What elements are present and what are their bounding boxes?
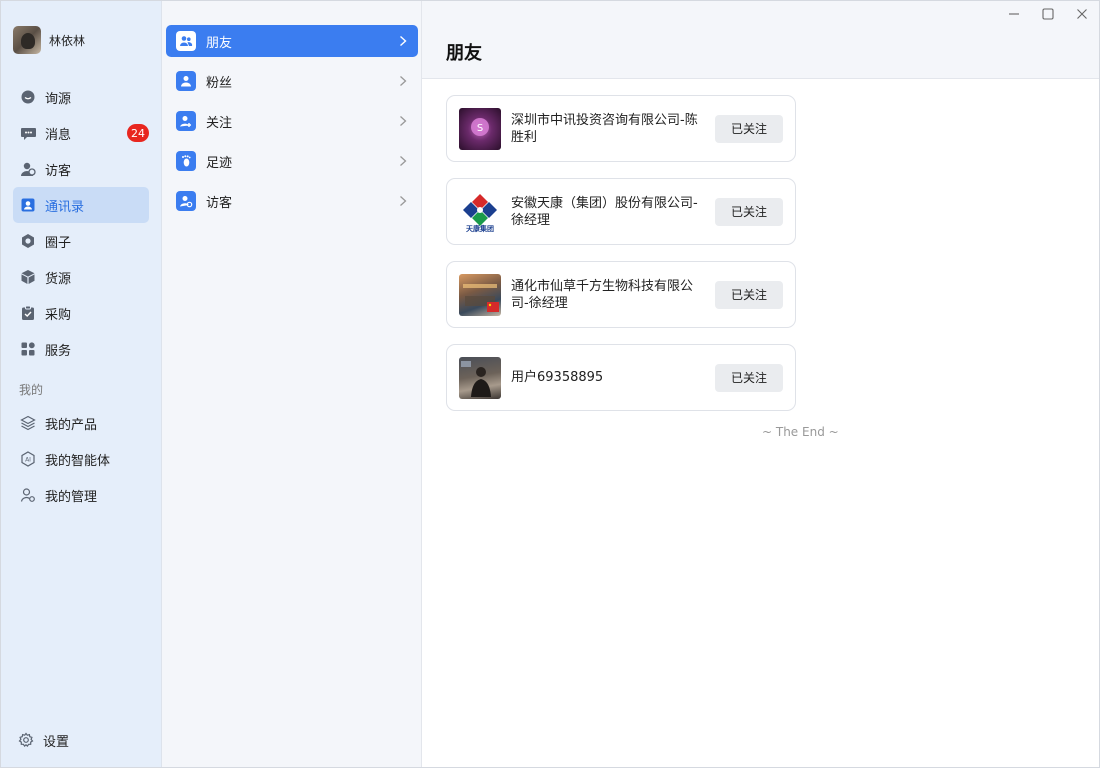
followed-button[interactable]: 已关注 (715, 197, 783, 226)
sub-item-following[interactable]: 关注 (166, 105, 418, 137)
friend-card[interactable]: 用户69358895 已关注 (446, 344, 796, 411)
nav-label: 访客 (45, 163, 72, 179)
nav-label: 我的产品 (45, 417, 98, 433)
circle-icon (19, 232, 37, 250)
user-avatar (459, 356, 501, 399)
visitor-icon (176, 191, 196, 211)
friend-name: 用户69358895 (511, 370, 604, 385)
nav-item-my-agent[interactable]: AI 我的智能体 (13, 441, 149, 477)
sub-item-friends[interactable]: 朋友 (166, 25, 418, 57)
profile-name: 林依林 (49, 33, 86, 48)
friend-card[interactable]: S 深圳市中讯投资咨询有限公司-陈胜利 已关注 (446, 95, 796, 162)
nav-item-circle[interactable]: 圈子 (13, 223, 149, 259)
sub-label: 足迹 (206, 155, 233, 171)
list-end-text: ~ The End ~ (762, 425, 839, 439)
following-icon (176, 111, 196, 131)
layers-icon (19, 414, 37, 432)
ai-icon: AI (19, 450, 37, 468)
followed-button[interactable]: 已关注 (715, 114, 783, 143)
nav-item-supply[interactable]: 货源 (13, 259, 149, 295)
chevron-right-icon (398, 115, 408, 127)
sub-item-visitors[interactable]: 访客 (166, 185, 418, 217)
friend-name: 深圳市中讯投资咨询有限公司-陈胜利 (511, 112, 698, 145)
main-header: 朋友 (422, 1, 1099, 79)
nav-label: 我的智能体 (45, 453, 111, 469)
fans-icon (176, 71, 196, 91)
nav-item-my-management[interactable]: 我的管理 (13, 477, 149, 513)
friend-name: 安徽天康（集团）股份有限公司-徐经理 (511, 195, 698, 228)
page-title: 朋友 (446, 43, 482, 64)
chat-bubble-icon (19, 88, 37, 106)
friend-card[interactable]: 通化市仙草千方生物科技有限公司-徐经理 已关注 (446, 261, 796, 328)
gear-icon (17, 731, 35, 749)
contacts-sublist: 朋友 粉丝 关注 足迹 访客 (162, 1, 422, 767)
nav-list: 询源 消息 24 访客 通讯录 圈子 货源 采购 服务 我的 我的产品 AI 我… (1, 79, 161, 513)
left-nav: 林依林 询源 消息 24 访客 通讯录 圈子 货源 采购 服务 我的 我的产品 … (1, 1, 162, 767)
settings-button[interactable]: 设置 (13, 727, 69, 753)
chevron-right-icon (398, 75, 408, 87)
friend-list: S 深圳市中讯投资咨询有限公司-陈胜利 已关注 天康集团 安徽天康（集团）股份有… (422, 79, 1099, 439)
nav-item-services[interactable]: 服务 (13, 331, 149, 367)
settings-label: 设置 (43, 734, 70, 750)
friends-icon (176, 31, 196, 51)
nav-item-purchase[interactable]: 采购 (13, 295, 149, 331)
nav-label: 采购 (45, 307, 72, 323)
app-window: 林依林 询源 消息 24 访客 通讯录 圈子 货源 采购 服务 我的 我的产品 … (0, 0, 1100, 768)
followed-button[interactable]: 已关注 (715, 363, 783, 392)
nav-section-mine: 我的 (19, 383, 44, 397)
nav-item-visitors[interactable]: 访客 (13, 151, 149, 187)
company-logo-text: 天康集团 (466, 224, 494, 233)
nav-item-my-products[interactable]: 我的产品 (13, 405, 149, 441)
company-avatar (459, 273, 501, 316)
purchase-icon (19, 304, 37, 322)
visitor-icon (19, 160, 37, 178)
maximize-icon (1042, 8, 1054, 20)
friend-name: 通化市仙草千方生物科技有限公司-徐经理 (511, 278, 694, 311)
user-gear-icon (19, 486, 37, 504)
nav-label: 我的管理 (45, 489, 98, 505)
nav-label: 服务 (45, 343, 72, 359)
sub-label: 朋友 (206, 35, 233, 51)
svg-text:AI: AI (25, 457, 31, 464)
avatar[interactable] (13, 26, 41, 54)
unread-badge: 24 (127, 124, 149, 142)
svg-text:S: S (477, 123, 483, 134)
maximize-button[interactable] (1031, 1, 1065, 27)
chevron-right-icon (398, 155, 408, 167)
chevron-right-icon (398, 195, 408, 207)
nav-label: 货源 (45, 271, 72, 287)
nav-label: 圈子 (45, 235, 72, 251)
minimize-icon (1009, 13, 1019, 15)
friend-card[interactable]: 天康集团 安徽天康（集团）股份有限公司-徐经理 已关注 (446, 178, 796, 245)
sub-item-footprints[interactable]: 足迹 (166, 145, 418, 177)
profile[interactable]: 林依林 (13, 25, 161, 55)
minimize-button[interactable] (997, 1, 1031, 27)
nav-item-contacts[interactable]: 通讯录 (13, 187, 149, 223)
sub-item-fans[interactable]: 粉丝 (166, 65, 418, 97)
window-controls (997, 1, 1099, 27)
followed-button[interactable]: 已关注 (715, 280, 783, 309)
nav-label: 询源 (45, 91, 72, 107)
contacts-icon (19, 196, 37, 214)
close-button[interactable] (1065, 1, 1099, 27)
sub-label: 关注 (206, 115, 233, 131)
company-logo: 天康集团 (459, 190, 501, 233)
footprint-icon (176, 151, 196, 171)
box-icon (19, 268, 37, 286)
nav-item-messages[interactable]: 消息 24 (13, 115, 149, 151)
chevron-right-icon (398, 35, 408, 47)
sub-label: 访客 (206, 195, 233, 211)
grid-icon (19, 340, 37, 358)
nav-label: 通讯录 (45, 199, 85, 215)
message-icon (19, 124, 37, 142)
company-avatar: S (459, 107, 501, 150)
sub-label: 粉丝 (206, 75, 233, 91)
main-panel: 朋友 S 深圳市中讯投资咨询有限公司-陈胜利 已关注 天康集团 安徽天康（集团）… (422, 1, 1099, 767)
nav-label: 消息 (45, 127, 72, 143)
nav-item-xunyuan[interactable]: 询源 (13, 79, 149, 115)
close-icon (1077, 9, 1087, 19)
